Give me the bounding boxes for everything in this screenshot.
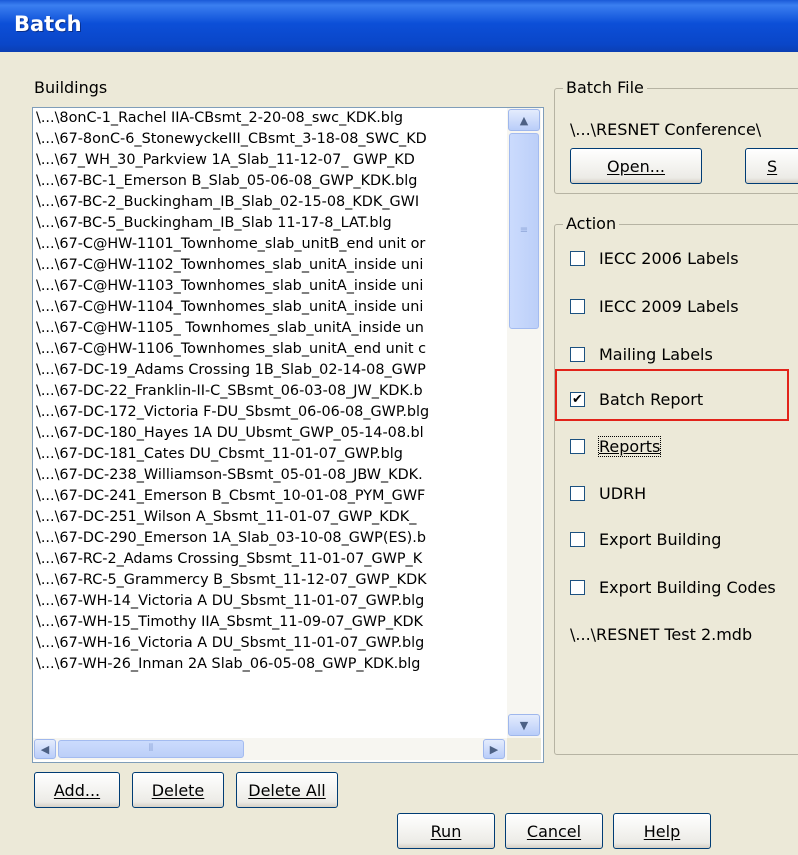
list-item[interactable]: \...\67-BC-1_Emerson B_Slab_05-06-08_GWP… <box>33 171 507 192</box>
checkbox-box[interactable] <box>570 485 585 501</box>
add-button[interactable]: Add... <box>34 772 120 808</box>
list-item[interactable]: \...\67-BC-5_Buckingham_IB_Slab 11-17-8_… <box>33 213 507 234</box>
list-item[interactable]: \...\67_WH_30_Parkview 1A_Slab_11-12-07_… <box>33 150 507 171</box>
scroll-left-button[interactable]: ◀ <box>34 739 56 759</box>
chevron-left-icon: ◀ <box>40 742 50 756</box>
title-bar[interactable]: Batch <box>0 0 798 52</box>
delete-button[interactable]: Delete <box>132 772 224 808</box>
checkbox-option[interactable]: Export Building Codes <box>570 575 798 599</box>
list-item[interactable]: \...\67-WH-16_Victoria A DU_Sbsmt_11-01-… <box>33 633 507 654</box>
grip-icon: ⦀ <box>148 743 154 754</box>
checkbox-label: Export Building <box>599 529 722 549</box>
scroll-down-button[interactable]: ▼ <box>508 714 540 736</box>
checkbox-label: Reports <box>597 435 662 457</box>
delete-all-button[interactable]: Delete All <box>236 772 338 808</box>
list-item[interactable]: \...\67-DC-180_Hayes 1A DU_Ubsmt_GWP_05-… <box>33 423 507 444</box>
checkbox-option[interactable]: IECC 2006 Labels <box>570 246 798 270</box>
scrollbar-corner <box>507 738 541 760</box>
buildings-listbox[interactable]: \...\8onC-1_Rachel IIA-CBsmt_2-20-08_swc… <box>32 107 544 763</box>
vertical-scrollbar[interactable]: ▲ ≡ ▼ <box>507 108 541 738</box>
list-item[interactable]: \...\67-DC-290_Emerson 1A_Slab_03-10-08_… <box>33 528 507 549</box>
annotation-highlight-box <box>555 369 789 421</box>
list-item[interactable]: \...\67-WH-14_Victoria A DU_Sbsmt_11-01-… <box>33 591 507 612</box>
database-path: \...\RESNET Test 2.mdb <box>570 625 753 644</box>
list-item[interactable]: \...\67-C@HW-1104_Townhomes_slab_unitA_i… <box>33 297 507 318</box>
save-button[interactable]: S <box>745 148 798 184</box>
list-item[interactable]: \...\67-DC-238_Williamson-SBsmt_05-01-08… <box>33 465 507 486</box>
checkbox-box[interactable] <box>570 579 585 595</box>
vertical-scroll-thumb[interactable]: ≡ <box>509 133 539 329</box>
list-item[interactable]: \...\67-C@HW-1106_Townhomes_slab_unitA_e… <box>33 339 507 360</box>
checkbox-box[interactable] <box>570 346 585 362</box>
list-item[interactable]: \...\67-8onC-6_StonewyckeIII_CBsmt_3-18-… <box>33 129 507 150</box>
list-item[interactable]: \...\67-RC-5_Grammercy B_Sbsmt_11-12-07_… <box>33 570 507 591</box>
buildings-label: Buildings <box>34 78 108 97</box>
checkbox-box[interactable] <box>570 438 585 454</box>
list-item[interactable]: \...\67-DC-172_Victoria F-DU_Sbsmt_06-06… <box>33 402 507 423</box>
list-item[interactable]: \...\67-DC-19_Adams Crossing 1B_Slab_02-… <box>33 360 507 381</box>
batch-file-label: Batch File <box>563 78 647 97</box>
checkbox-box[interactable] <box>570 531 585 547</box>
checkbox-option[interactable]: UDRH <box>570 481 798 505</box>
chevron-down-icon: ▼ <box>519 718 529 732</box>
scroll-up-button[interactable]: ▲ <box>508 109 540 131</box>
checkbox-label: Export Building Codes <box>599 577 776 597</box>
action-label: Action <box>563 214 620 233</box>
list-item[interactable]: \...\67-WH-26_Inman 2A Slab_06-05-08_GWP… <box>33 654 507 675</box>
list-item[interactable]: \...\67-DC-22_Franklin-II-C_SBsmt_06-03-… <box>33 381 507 402</box>
checkbox-option[interactable]: Reports <box>570 434 798 458</box>
checkbox-label: IECC 2009 Labels <box>599 296 739 316</box>
list-item[interactable]: \...\67-RC-2_Adams Crossing_Sbsmt_11-01-… <box>33 549 507 570</box>
batch-dialog: Batch Buildings \...\8onC-1_Rachel IIA-C… <box>0 0 798 855</box>
horizontal-scrollbar[interactable]: ◀ ⦀ ▶ <box>33 738 507 760</box>
checkbox-option[interactable]: IECC 2009 Labels <box>570 294 798 318</box>
list-item[interactable]: \...\67-WH-15_Timothy IIA_Sbsmt_11-09-07… <box>33 612 507 633</box>
checkbox-label: Mailing Labels <box>599 344 713 364</box>
chevron-right-icon: ▶ <box>489 742 499 756</box>
open-button[interactable]: Open... <box>570 148 702 184</box>
batch-file-path: \...\RESNET Conference\ <box>570 120 762 139</box>
window-title: Batch <box>14 12 82 36</box>
list-item[interactable]: \...\67-DC-181_Cates DU_Cbsmt_11-01-07_G… <box>33 444 507 465</box>
list-item[interactable]: \...\67-C@HW-1102_Townhomes_slab_unitA_i… <box>33 255 507 276</box>
list-item[interactable]: \...\67-C@HW-1101_Townhome_slab_unitB_en… <box>33 234 507 255</box>
chevron-up-icon: ▲ <box>519 113 529 127</box>
checkbox-label: IECC 2006 Labels <box>599 248 739 268</box>
list-item[interactable]: \...\67-C@HW-1103_Townhomes_slab_unitA_i… <box>33 276 507 297</box>
checkbox-box[interactable] <box>570 250 585 266</box>
scroll-right-button[interactable]: ▶ <box>483 739 505 759</box>
list-item[interactable]: \...\67-C@HW-1105_ Townhomes_slab_unitA_… <box>33 318 507 339</box>
checkbox-label: UDRH <box>599 483 647 503</box>
list-item[interactable]: \...\8onC-1_Rachel IIA-CBsmt_2-20-08_swc… <box>33 108 507 129</box>
cancel-button[interactable]: Cancel <box>505 813 603 849</box>
buildings-list: \...\8onC-1_Rachel IIA-CBsmt_2-20-08_swc… <box>33 108 507 738</box>
checkbox-box[interactable] <box>570 298 585 314</box>
run-button[interactable]: Run <box>397 813 495 849</box>
checkbox-option[interactable]: Mailing Labels <box>570 342 798 366</box>
list-item[interactable]: \...\67-DC-251_Wilson A_Sbsmt_11-01-07_G… <box>33 507 507 528</box>
grip-icon: ≡ <box>519 225 529 236</box>
checkbox-option[interactable]: Export Building <box>570 527 798 551</box>
help-button[interactable]: Help <box>613 813 711 849</box>
list-item[interactable]: \...\67-DC-241_Emerson B_Cbsmt_10-01-08_… <box>33 486 507 507</box>
horizontal-scroll-thumb[interactable]: ⦀ <box>58 740 244 758</box>
list-item[interactable]: \...\67-BC-2_Buckingham_IB_Slab_02-15-08… <box>33 192 507 213</box>
